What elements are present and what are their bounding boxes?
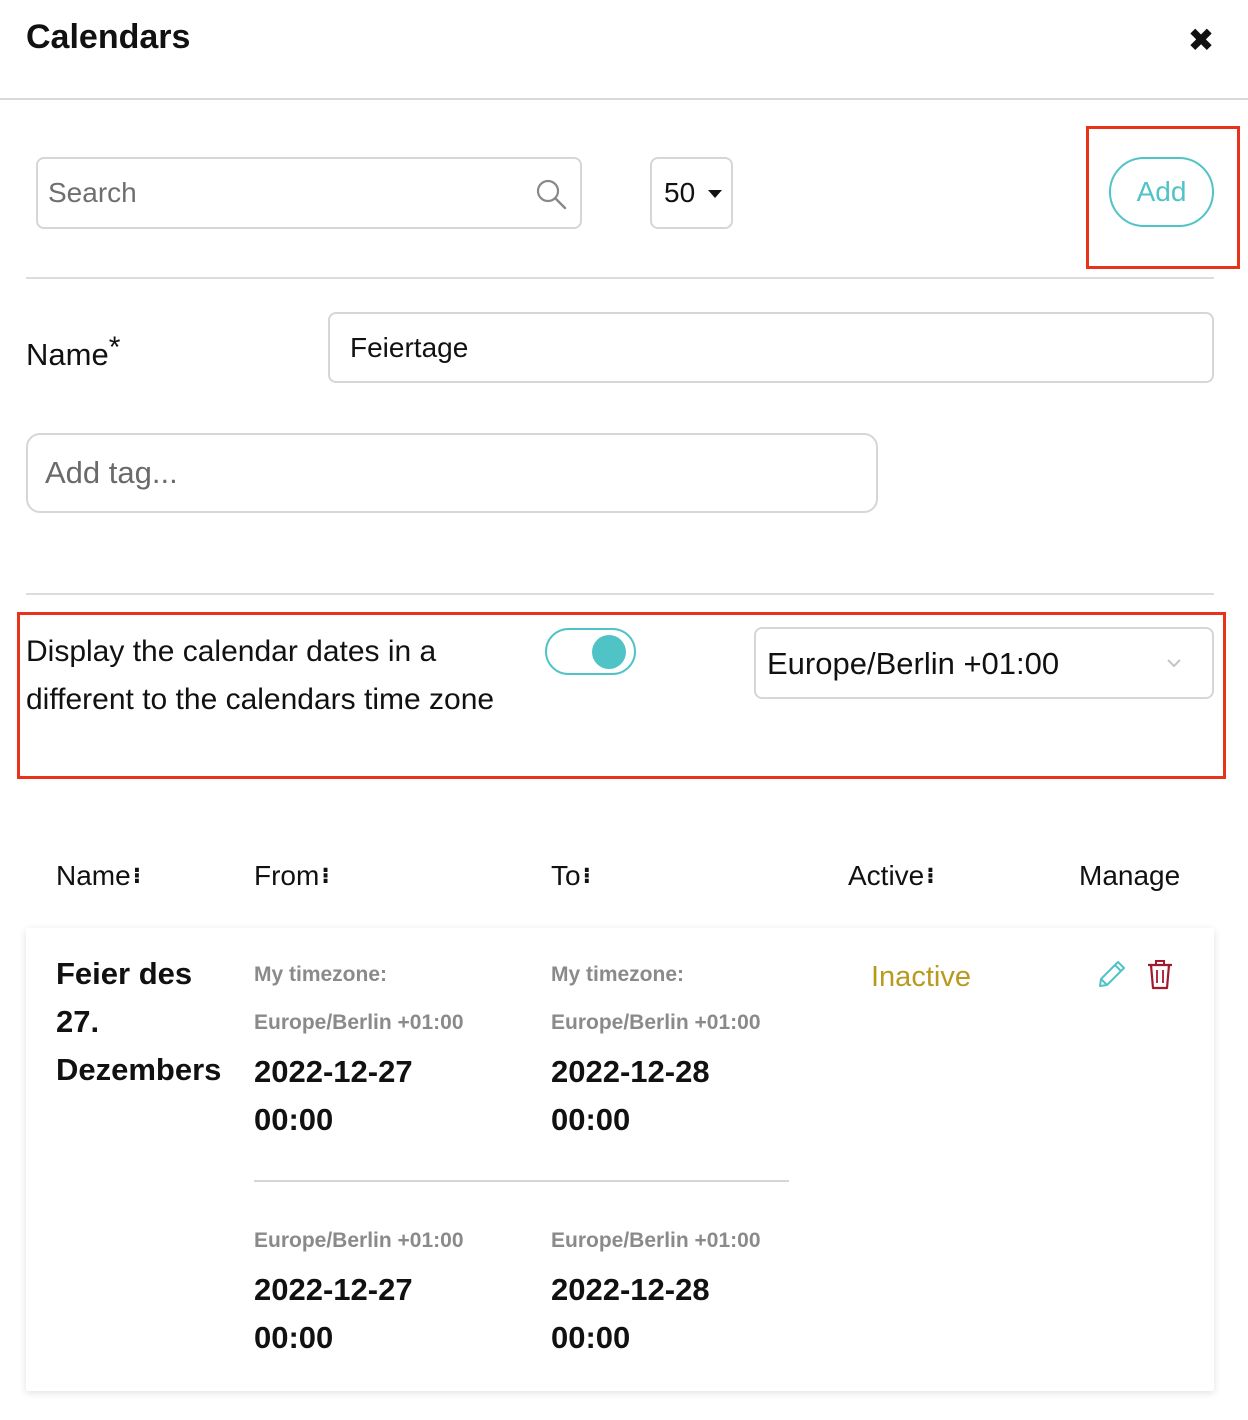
caret-down-icon bbox=[708, 190, 722, 198]
to-calendar-time: 00:00 bbox=[551, 1320, 631, 1355]
timezone-select[interactable]: Europe/Berlin +01:00 bbox=[754, 627, 1214, 699]
search-field[interactable] bbox=[36, 157, 582, 229]
name-label: Name* bbox=[26, 331, 120, 373]
close-icon[interactable]: ✖ bbox=[1184, 20, 1218, 60]
from-calendar-time: 00:00 bbox=[254, 1320, 334, 1355]
name-input[interactable] bbox=[328, 312, 1214, 383]
add-button[interactable]: Add bbox=[1109, 157, 1214, 227]
from-my-time: 00:00 bbox=[254, 1102, 334, 1137]
tag-input[interactable] bbox=[26, 433, 878, 513]
page-size-dropdown[interactable]: 50 bbox=[650, 157, 733, 229]
my-timezone-label: My timezone: bbox=[551, 963, 685, 986]
from-calendar-date: 2022-12-27 bbox=[254, 1272, 413, 1307]
timezone-toggle[interactable] bbox=[545, 628, 636, 675]
divider bbox=[26, 593, 1214, 595]
to-calendar-timezone: Europe/Berlin +01:00 bbox=[551, 1229, 761, 1252]
column-header-from-text: From bbox=[254, 860, 320, 891]
sort-icon: ⁝ bbox=[582, 863, 591, 888]
column-header-name[interactable]: Name⁝ bbox=[56, 860, 141, 892]
timezone-option-label: Display the calendar dates in a differen… bbox=[26, 635, 495, 716]
toggle-knob bbox=[592, 635, 626, 669]
trash-icon[interactable] bbox=[1146, 958, 1174, 990]
from-my-timezone: Europe/Berlin +01:00 bbox=[254, 1011, 464, 1034]
column-header-to-text: To bbox=[551, 860, 581, 891]
to-my-time: 00:00 bbox=[551, 1102, 631, 1137]
row-inner-divider bbox=[254, 1180, 789, 1182]
sort-icon: ⁝ bbox=[321, 863, 330, 888]
page-size-value: 50 bbox=[664, 177, 696, 208]
status-badge: Inactive bbox=[871, 961, 971, 993]
to-my-date: 2022-12-28 bbox=[551, 1054, 710, 1089]
divider bbox=[26, 277, 1214, 279]
from-my-date: 2022-12-27 bbox=[254, 1054, 413, 1089]
chevron-down-icon bbox=[1167, 659, 1181, 668]
modal-header: Calendars ✖ bbox=[0, 0, 1248, 100]
name-label-text: Name bbox=[26, 337, 109, 372]
required-mark: * bbox=[108, 331, 121, 364]
modal-title: Calendars bbox=[26, 18, 191, 56]
my-timezone-label: My timezone: bbox=[254, 963, 388, 986]
column-header-manage: Manage bbox=[1079, 860, 1181, 891]
pencil-icon[interactable] bbox=[1096, 958, 1128, 990]
search-icon[interactable] bbox=[534, 177, 568, 211]
column-header-from[interactable]: From⁝ bbox=[254, 860, 330, 892]
search-input[interactable] bbox=[48, 173, 528, 213]
column-header-name-text: Name bbox=[56, 860, 131, 891]
sort-icon: ⁝ bbox=[132, 863, 142, 888]
to-my-timezone: Europe/Berlin +01:00 bbox=[551, 1011, 761, 1034]
event-name: Feier des 27. Dezembers bbox=[56, 956, 222, 1087]
column-header-active[interactable]: Active⁝ bbox=[848, 860, 935, 892]
timezone-select-value: Europe/Berlin +01:00 bbox=[767, 646, 1060, 681]
column-header-to[interactable]: To⁝ bbox=[551, 860, 591, 892]
column-header-active-text: Active bbox=[848, 860, 925, 891]
from-calendar-timezone: Europe/Berlin +01:00 bbox=[254, 1229, 464, 1252]
to-calendar-date: 2022-12-28 bbox=[551, 1272, 710, 1307]
sort-icon: ⁝ bbox=[926, 863, 935, 888]
